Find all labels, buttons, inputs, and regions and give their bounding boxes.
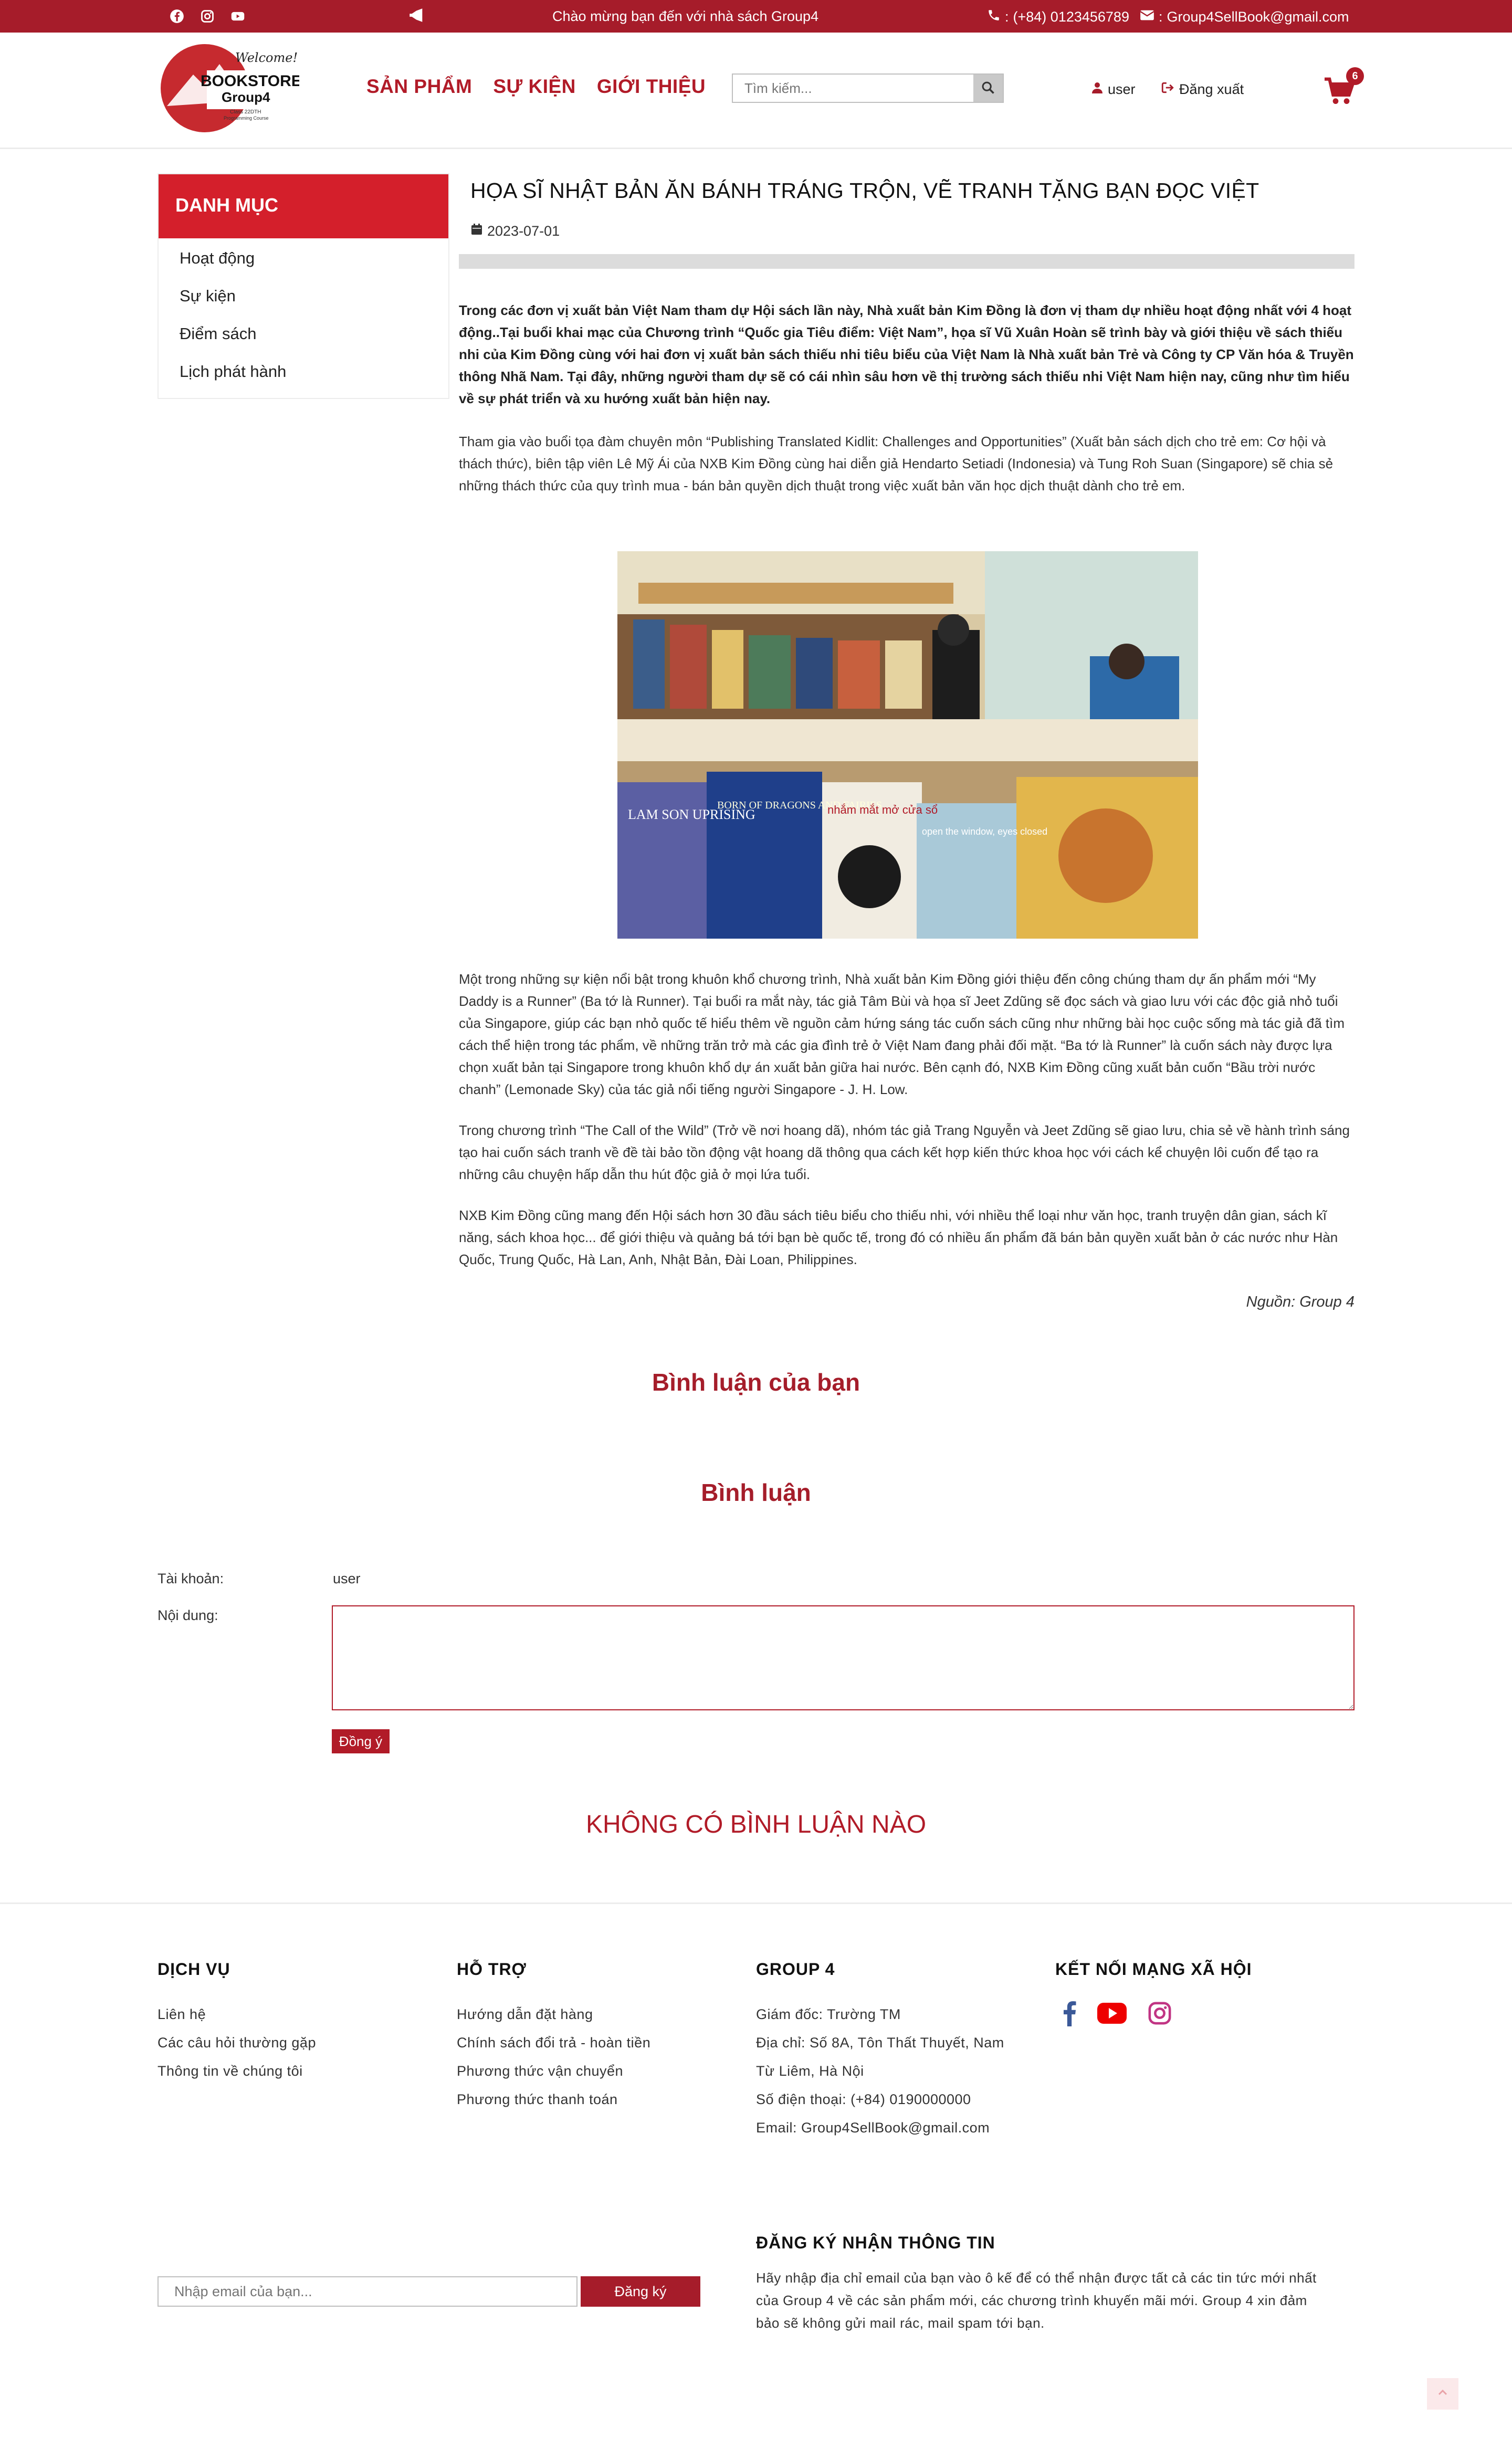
sidebar-item-book-reviews[interactable]: Điểm sách xyxy=(180,321,448,359)
search-button[interactable] xyxy=(973,75,1003,102)
footer-link-return-policy[interactable]: Chính sách đổi trả - hoàn tiền xyxy=(457,2028,650,2057)
article-title: HỌA SĨ NHẬT BẢN ĂN BÁNH TRÁNG TRỘN, VẼ T… xyxy=(470,178,1259,203)
bookstore-logo[interactable]: Welcome! BOOKSTORE Group4 Class 22DTH Pr… xyxy=(156,43,302,133)
logout-label: Đăng xuất xyxy=(1179,81,1244,97)
nav-events[interactable]: SỰ KIỆN xyxy=(493,76,576,98)
photo-book-title-3: nhắm mắt mở cửa sổ xyxy=(827,803,938,816)
account-value: user xyxy=(333,1571,361,1586)
footer-group-title: GROUP 4 xyxy=(756,1960,835,1979)
footer-services-title: DỊCH VỤ xyxy=(158,1960,230,1979)
topbar-social xyxy=(168,7,247,25)
category-sidebar: DANH MỤC Hoạt động Sự kiện Điểm sách Lịc… xyxy=(158,173,449,399)
main-nav: SẢN PHẨM SỰ KIỆN GIỚI THIỆU xyxy=(366,76,706,98)
footer-link-order-guide[interactable]: Hướng dẫn đặt hàng xyxy=(457,2000,650,2028)
article-paragraph-3: Trong chương trình “The Call of the Wild… xyxy=(459,1122,1350,1182)
logo-brand: BOOKSTORE xyxy=(201,72,299,90)
calendar-icon xyxy=(470,223,483,239)
article-date-value: 2023-07-01 xyxy=(487,223,560,239)
footer-link-shipping[interactable]: Phương thức vận chuyển xyxy=(457,2057,650,2085)
footer-link-payment[interactable]: Phương thức thanh toán xyxy=(457,2085,650,2114)
footer-email: Email: Group4SellBook@gmail.com xyxy=(756,2120,990,2136)
footer-phone: Số điện thoại: (+84) 0190000000 xyxy=(756,2091,971,2107)
cart-count-badge: 6 xyxy=(1346,67,1364,85)
facebook-icon[interactable] xyxy=(1063,2000,1076,2029)
topbar-contact: : (+84) 0123456789 : Group4SellBook@gmai… xyxy=(987,8,1349,26)
article-photo: LAM SON UPRISING BORN OF DRAGONS AND FAI… xyxy=(617,551,1198,939)
top-bar: Chào mừng bạn đến với nhà sách Group4 : … xyxy=(0,0,1512,33)
topbar-phone: (+84) 0123456789 xyxy=(1013,9,1129,25)
sidebar-item-activities[interactable]: Hoạt động xyxy=(180,246,448,283)
topbar-email: Group4SellBook@gmail.com xyxy=(1167,9,1349,25)
phone-icon xyxy=(987,8,1001,26)
user-icon xyxy=(1091,81,1104,98)
footer-group-info: GROUP 4 Giám đốc: Trường TM Địa chỉ: Số … xyxy=(756,1960,1004,2142)
footer-support: HỖ TRỢ Hướng dẫn đặt hàng Chính sách đổi… xyxy=(457,1960,650,2114)
footer-link-faq[interactable]: Các câu hỏi thường gặp xyxy=(158,2028,316,2057)
nav-about[interactable]: GIỚI THIỆU xyxy=(597,76,706,98)
megaphone-icon xyxy=(407,6,425,28)
subscribe-button[interactable]: Đăng ký xyxy=(581,2276,700,2307)
instagram-icon[interactable] xyxy=(198,7,216,25)
article: HỌA SĨ NHẬT BẢN ĂN BÁNH TRÁNG TRỘN, VẼ T… xyxy=(459,173,1354,1311)
comment-form-title: Bình luận xyxy=(701,1479,811,1506)
footer-director: Giám đốc: Trường TM xyxy=(756,2006,901,2022)
your-comment-title: Bình luận của bạn xyxy=(652,1369,860,1396)
footer-link-contact[interactable]: Liên hệ xyxy=(158,2000,316,2028)
article-paragraph-1: Tham gia vào buổi tọa đàm chuyên môn “Pu… xyxy=(459,434,1334,493)
chevron-up-icon xyxy=(1436,2387,1449,2402)
scroll-to-top-button[interactable] xyxy=(1427,2378,1458,2410)
comment-textarea[interactable] xyxy=(332,1605,1354,1710)
footer-services: DỊCH VỤ Liên hệ Các câu hỏi thường gặp T… xyxy=(158,1960,316,2085)
article-lead: Trong các đơn vị xuất bản Việt Nam tham … xyxy=(459,302,1354,406)
footer-address-line-2: Từ Liêm, Hà Nội xyxy=(756,2063,864,2079)
comment-submit-button[interactable]: Đồng ý xyxy=(332,1729,390,1753)
footer-address-line-1: Địa chỉ: Số 8A, Tôn Thất Thuyết, Nam xyxy=(756,2035,1004,2051)
envelope-icon xyxy=(1140,9,1154,25)
content-label: Nội dung: xyxy=(158,1607,218,1623)
sidebar-item-events[interactable]: Sự kiện xyxy=(180,283,448,321)
user-account-link[interactable]: user xyxy=(1091,81,1136,98)
logo-tagline: Class 22DTH xyxy=(230,109,261,115)
photo-book-title-4: open the window, eyes closed xyxy=(922,826,1047,837)
search-icon xyxy=(981,80,995,97)
cart-button[interactable]: 6 xyxy=(1323,67,1365,109)
footer-link-about[interactable]: Thông tin về chúng tôi xyxy=(158,2057,316,2085)
logo-sub: Group4 xyxy=(222,89,270,105)
site-header: Welcome! BOOKSTORE Group4 Class 22DTH Pr… xyxy=(0,33,1512,149)
sidebar-item-release-schedule[interactable]: Lịch phát hành xyxy=(180,359,448,397)
footer-support-title: HỖ TRỢ xyxy=(457,1960,527,1979)
no-comments-message: KHÔNG CÓ BÌNH LUẬN NÀO xyxy=(585,1811,927,1838)
sidebar-title: DANH MỤC xyxy=(159,174,448,238)
logo-welcome: Welcome! xyxy=(235,50,298,65)
footer-social: KẾT NỐI MẠNG XÃ HỘI xyxy=(1055,1960,1252,2029)
logo-tagline-2: Programming Course xyxy=(224,115,269,121)
subscribe-title: ĐĂNG KÝ NHẬN THÔNG TIN xyxy=(756,2233,995,2252)
facebook-icon[interactable] xyxy=(168,7,186,25)
site-footer: DỊCH VỤ Liên hệ Các câu hỏi thường gặp T… xyxy=(0,1902,1512,2439)
article-paragraph-4: NXB Kim Đồng cũng mang đến Hội sách hơn … xyxy=(459,1207,1338,1267)
instagram-icon[interactable] xyxy=(1148,2001,1172,2028)
youtube-icon[interactable] xyxy=(229,7,247,25)
article-date: 2023-07-01 xyxy=(470,223,1354,239)
newsletter-email-input[interactable] xyxy=(158,2276,578,2307)
article-source: Nguồn: Group 4 xyxy=(1246,1294,1354,1310)
nav-products[interactable]: SẢN PHẨM xyxy=(366,76,472,98)
logout-link[interactable]: Đăng xuất xyxy=(1160,81,1244,98)
sign-out-icon xyxy=(1160,81,1175,98)
search-input[interactable] xyxy=(733,75,973,102)
subscribe-description: Hãy nhập địa chỉ email của bạn vào ô kế … xyxy=(756,2270,1317,2331)
user-name: user xyxy=(1108,81,1136,97)
article-paragraph-2: Một trong những sự kiện nổi bật trong kh… xyxy=(459,971,1345,1097)
youtube-icon[interactable] xyxy=(1097,2002,1127,2027)
account-label: Tài khoản: xyxy=(158,1571,224,1586)
divider-bar xyxy=(459,254,1354,269)
welcome-message: Chào mừng bạn đến với nhà sách Group4 xyxy=(552,8,819,24)
footer-social-title: KẾT NỐI MẠNG XÃ HỘI xyxy=(1055,1960,1252,1979)
search-box xyxy=(732,73,1004,103)
